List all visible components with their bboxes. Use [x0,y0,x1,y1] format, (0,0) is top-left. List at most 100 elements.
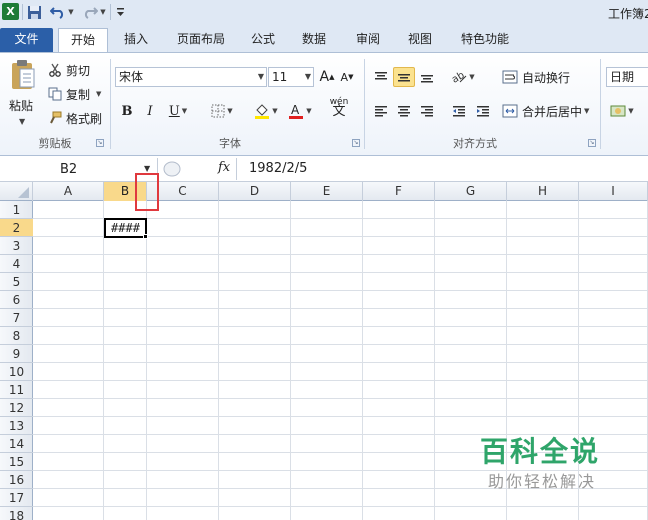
font-launcher-icon[interactable]: ↘ [352,139,360,147]
formula-bar-splitter-icon[interactable] [162,160,182,178]
grid-line [33,416,648,417]
align-bottom-icon [421,75,433,83]
row-header-5[interactable]: 5 [0,273,33,291]
phonetic-char-icon: 文 [332,104,346,119]
align-top-icon [375,72,387,80]
shrink-font-button[interactable]: A ▼ [338,67,356,87]
customize-toolbar-button[interactable] [113,3,127,21]
row-header-1[interactable]: 1 [0,201,33,219]
column-header-a[interactable]: A [33,182,104,201]
column-header-f[interactable]: F [363,182,435,201]
align-top-button[interactable] [370,67,392,87]
row-header-17[interactable]: 17 [0,489,33,507]
row-header-14[interactable]: 14 [0,435,33,453]
row-header-12[interactable]: 12 [0,399,33,417]
wrap-text-icon [502,70,518,84]
orientation-button[interactable]: ab ▼ [448,67,478,87]
align-middle-button[interactable] [393,67,415,87]
column-header-h[interactable]: H [507,182,579,201]
divider [364,59,365,149]
chevron-down-icon: ▼ [19,117,26,126]
redo-button[interactable]: ▼ [80,3,108,21]
column-resize-highlight [135,173,159,211]
wrap-text-button[interactable]: 自动换行 [502,67,574,87]
fill-color-button[interactable]: ▼ [250,101,282,121]
phonetic-guide-button[interactable]: wén 文 [324,97,354,119]
chevron-down-icon: ▼ [257,72,264,81]
grow-font-button[interactable]: A ▲ [318,67,336,87]
row-header-13[interactable]: 13 [0,417,33,435]
clipboard-launcher-icon[interactable]: ↘ [96,139,104,147]
tab-insert[interactable]: 插入 [118,28,154,53]
tab-formulas[interactable]: 公式 [245,28,281,53]
font-size-select[interactable]: 11 ▼ [268,67,314,87]
excel-app-icon[interactable]: X [2,3,19,20]
cut-button[interactable]: 剪切 [48,61,90,79]
format-painter-button[interactable]: 格式刷 [48,109,102,127]
column-header-e[interactable]: E [291,182,363,201]
save-button[interactable] [25,3,43,21]
grid-line [362,201,363,520]
align-center-button[interactable] [393,101,415,121]
tab-page-layout[interactable]: 页面布局 [170,28,232,53]
number-format-select[interactable]: 日期 [606,67,648,87]
row-header-7[interactable]: 7 [0,309,33,327]
row-header-3[interactable]: 3 [0,237,33,255]
active-cell-b2[interactable]: #### [104,218,147,238]
merge-center-button[interactable]: 合并后居中 ▼ [502,101,596,121]
row-header-11[interactable]: 11 [0,381,33,399]
column-header-g[interactable]: G [435,182,507,201]
customize-dropdown-icon [116,8,124,16]
cut-label: 剪切 [66,63,91,78]
align-left-button[interactable] [370,101,392,121]
grid-line [103,201,104,520]
tab-file[interactable]: 文件 [0,28,53,53]
paintbrush-icon [50,111,62,124]
column-header-i[interactable]: I [579,182,648,201]
grid-line [33,362,648,363]
italic-button[interactable]: I [140,101,160,121]
row-header-18[interactable]: 18 [0,507,33,520]
underline-button[interactable]: U ▼ [163,101,193,121]
tab-review[interactable]: 审阅 [350,28,386,53]
grid-line [33,290,648,291]
row-header-4[interactable]: 4 [0,255,33,273]
tab-data[interactable]: 数据 [296,28,332,53]
grid-line [33,380,648,381]
accounting-format-button[interactable]: ▼ [608,101,636,121]
row-header-16[interactable]: 16 [0,471,33,489]
row-header-10[interactable]: 10 [0,363,33,381]
row-header-9[interactable]: 9 [0,345,33,363]
tab-special-features[interactable]: 特色功能 [455,28,515,53]
row-header-15[interactable]: 15 [0,453,33,471]
row-header-2[interactable]: 2 [0,219,33,237]
decrease-indent-button[interactable] [448,101,470,121]
font-color-button[interactable]: A ▼ [284,101,316,121]
increase-indent-button[interactable] [472,101,494,121]
row-header-6[interactable]: 6 [0,291,33,309]
undo-button[interactable]: ▼ [48,3,76,21]
tab-home[interactable]: 开始 [58,28,108,53]
align-right-button[interactable] [416,101,438,121]
formula-input[interactable]: 1982/2/5 [236,158,648,180]
column-header-d[interactable]: D [219,182,291,201]
bold-button[interactable]: B [117,101,137,121]
select-all-button[interactable] [0,182,33,201]
paste-button[interactable]: 粘贴 ▼ [6,57,42,131]
shrink-font-icon: A [340,70,349,84]
chevron-down-icon[interactable]: ▼ [144,164,150,173]
formula-bar: B2 ▼ fx 1982/2/5 [0,156,648,182]
fill-handle[interactable] [143,234,148,239]
watermark-subtitle: 助你轻松解决 [488,472,597,491]
borders-button[interactable]: ▼ [206,101,238,121]
border-grid-icon [211,104,225,118]
font-name-select[interactable]: 宋体 ▼ [115,67,267,87]
row-header-8[interactable]: 8 [0,327,33,345]
tab-view[interactable]: 视图 [402,28,438,53]
grid-line [434,201,435,520]
align-bottom-button[interactable] [416,67,438,87]
number-format-value: 日期 [610,70,635,84]
alignment-launcher-icon[interactable]: ↘ [588,139,596,147]
copy-button[interactable]: 复制 ▼ [48,85,101,103]
insert-function-button[interactable]: fx [218,160,230,175]
